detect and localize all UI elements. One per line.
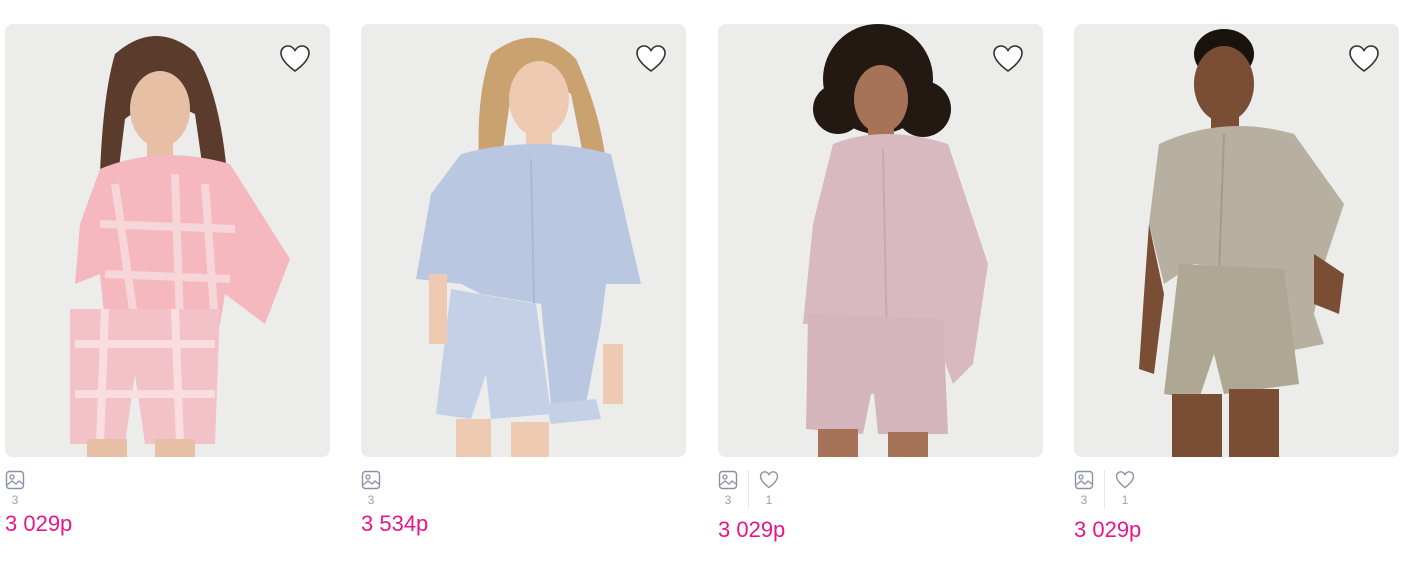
likes-count-value: 1	[765, 493, 773, 507]
product-image[interactable]	[718, 24, 1043, 457]
product-meta: 3 1	[1074, 470, 1399, 514]
likes-count-value: 1	[1121, 493, 1129, 507]
favorite-button[interactable]	[991, 42, 1025, 76]
likes-count: 1	[759, 470, 779, 507]
product-meta: 3	[5, 470, 330, 514]
photos-count-value: 3	[724, 493, 732, 507]
heart-outline-icon	[1349, 45, 1379, 72]
favorite-button[interactable]	[1347, 42, 1381, 76]
meta-divider	[1104, 470, 1105, 508]
product-image[interactable]	[5, 24, 330, 457]
photos-count: 3	[361, 470, 381, 507]
heart-outline-icon	[280, 45, 310, 72]
image-icon	[5, 470, 25, 490]
photos-count: 3	[1074, 470, 1094, 507]
heart-outline-icon	[636, 45, 666, 72]
image-icon	[1074, 470, 1094, 490]
image-icon	[361, 470, 381, 490]
photos-count-value: 3	[367, 493, 375, 507]
model-photo	[361, 24, 686, 457]
product-grid: 3 3 029р 3 3 534р 3 1 3 029р 3 1 3 029р	[0, 0, 1410, 563]
product-image[interactable]	[361, 24, 686, 457]
product-card[interactable]: 3 3 534р	[361, 24, 686, 537]
photos-count: 3	[5, 470, 25, 507]
product-meta: 3	[361, 470, 686, 514]
model-photo	[5, 24, 330, 457]
product-card[interactable]: 3 3 029р	[5, 24, 330, 537]
product-card[interactable]: 3 1 3 029р	[1074, 24, 1399, 543]
product-price: 3 534р	[361, 511, 429, 536]
image-icon	[718, 470, 738, 490]
heart-outline-icon	[993, 45, 1023, 72]
product-image[interactable]	[1074, 24, 1399, 457]
favorite-button[interactable]	[634, 42, 668, 76]
favorite-button[interactable]	[278, 42, 312, 76]
product-card[interactable]: 3 1 3 029р	[718, 24, 1043, 543]
photos-count-value: 3	[11, 493, 19, 507]
meta-divider	[748, 470, 749, 508]
photos-count: 3	[718, 470, 738, 507]
likes-count: 1	[1115, 470, 1135, 507]
heart-icon	[1115, 471, 1135, 489]
photos-count-value: 3	[1080, 493, 1088, 507]
product-price: 3 029р	[1074, 517, 1142, 542]
model-photo	[1074, 24, 1399, 457]
product-meta: 3 1	[718, 470, 1043, 514]
product-price: 3 029р	[5, 511, 73, 536]
model-photo	[718, 24, 1043, 457]
product-price: 3 029р	[718, 517, 786, 542]
heart-icon	[759, 471, 779, 489]
